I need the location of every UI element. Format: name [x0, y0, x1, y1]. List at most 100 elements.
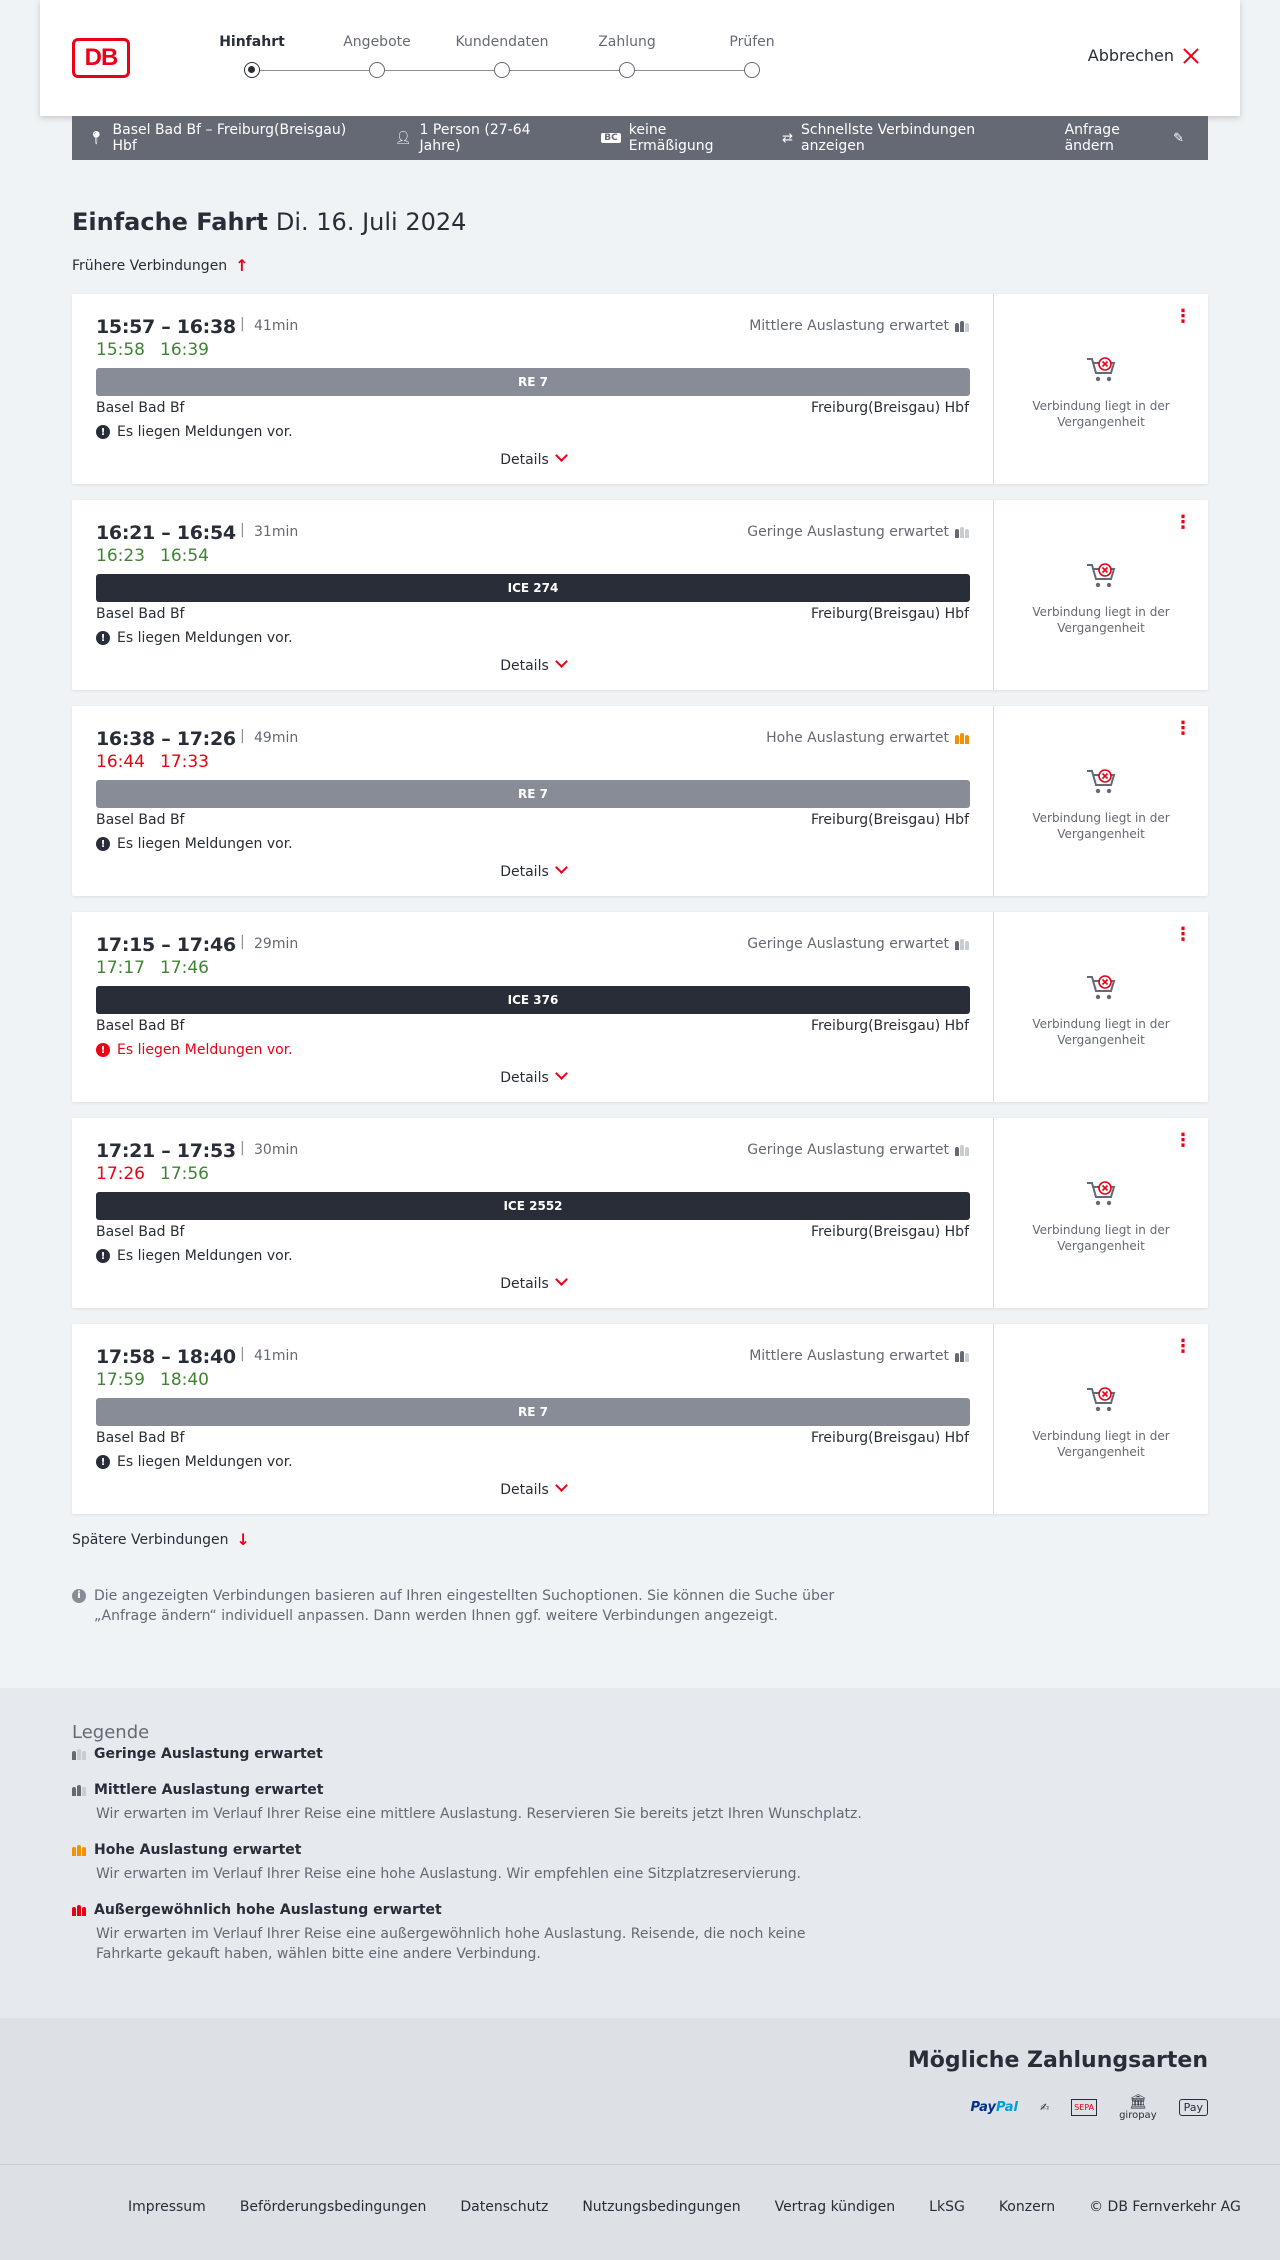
train-bar[interactable]: RE 7	[96, 1398, 970, 1426]
more-options-icon[interactable]: ⋮	[1174, 1338, 1192, 1356]
occupancy-info: Geringe Auslastung erwartet	[747, 936, 969, 952]
messages-notice: ! Es liegen Meldungen vor.	[96, 630, 293, 646]
occupancy-icon	[955, 526, 969, 538]
step-hinfahrt[interactable]: Hinfahrt	[202, 34, 302, 78]
giropay-icon: 🏛︎ giropay	[1119, 2092, 1157, 2122]
legend-item: Hohe Auslastung erwartet Wir erwarten im …	[72, 1842, 872, 1884]
connection-card[interactable]: 16:38 – 17:26 | 49min 16:44 17:33 Hohe A…	[72, 706, 1208, 896]
progress-steps: Hinfahrt Angebote Kundendaten Zahlung Pr…	[210, 34, 775, 84]
legend-item-desc: Wir erwarten im Verlauf Ihrer Reise eine…	[96, 1866, 801, 1882]
header: DB Hinfahrt Angebote Kundendaten Zahlung…	[40, 0, 1240, 116]
past-connection-text: Verbindung liegt in der Vergangenheit	[1032, 399, 1170, 429]
later-connections-link[interactable]: Spätere Verbindungen ↓	[72, 1530, 250, 1549]
edit-request-button[interactable]: Anfrage ändern ✎	[1065, 122, 1192, 154]
duration: 31min	[254, 524, 299, 540]
pencil-icon: ✎	[1173, 130, 1184, 146]
connection-card[interactable]: 16:21 – 16:54 | 31min 16:23 16:54 Gering…	[72, 500, 1208, 690]
footer-link[interactable]: Impressum	[128, 2199, 206, 2215]
step-zahlung[interactable]: Zahlung	[577, 34, 677, 78]
realtime-departure: 17:59	[96, 1370, 145, 1390]
separator: |	[240, 728, 245, 744]
train-bar[interactable]: RE 7	[96, 368, 970, 396]
details-label: Details	[500, 1482, 549, 1498]
details-toggle[interactable]: Details	[72, 449, 994, 468]
occupancy-label: Mittlere Auslastung erwartet	[749, 1348, 949, 1364]
more-options-icon[interactable]: ⋮	[1174, 514, 1192, 532]
more-options-icon[interactable]: ⋮	[1174, 308, 1192, 326]
earlier-connections-link[interactable]: Frühere Verbindungen ↑	[72, 256, 249, 275]
details-label: Details	[500, 452, 549, 468]
db-logo[interactable]: DB	[72, 38, 130, 78]
messages-text: Es liegen Meldungen vor.	[117, 1454, 293, 1470]
footer-link[interactable]: Datenschutz	[460, 2199, 548, 2215]
connection-main: 15:57 – 16:38 | 41min 15:58 16:39 Mittle…	[72, 294, 994, 484]
connection-card[interactable]: 17:21 – 17:53 | 30min 17:26 17:56 Gering…	[72, 1118, 1208, 1308]
footer-link[interactable]: Beförderungsbedingungen	[240, 2199, 427, 2215]
details-toggle[interactable]: Details	[72, 655, 994, 674]
location-pin-icon: 📍︎	[88, 130, 105, 146]
details-label: Details	[500, 658, 549, 674]
messages-notice: ! Es liegen Meldungen vor.	[96, 1454, 293, 1470]
details-toggle[interactable]: Details	[72, 1479, 994, 1498]
more-options-icon[interactable]: ⋮	[1174, 1132, 1192, 1150]
realtime-departure: 17:17	[96, 958, 145, 978]
train-bar[interactable]: ICE 376	[96, 986, 970, 1014]
realtime-departure: 15:58	[96, 340, 145, 360]
footer: Impressum Beförderungsbedingungen Datensch…	[0, 2164, 1280, 2260]
messages-text: Es liegen Meldungen vor.	[117, 1042, 293, 1058]
legend-item: Mittlere Auslastung erwartet Wir erwarten…	[72, 1782, 872, 1824]
connection-card[interactable]: 17:15 – 17:46 | 29min 17:17 17:46 Gering…	[72, 912, 1208, 1102]
chevron-down-icon	[554, 861, 568, 874]
details-toggle[interactable]: Details	[72, 861, 994, 880]
occupancy-info: Hohe Auslastung erwartet	[766, 730, 969, 746]
footer-link[interactable]: Konzern	[999, 2199, 1055, 2215]
trip-type: Einfache Fahrt	[72, 208, 268, 236]
cancel-button[interactable]: Abbrechen	[1088, 46, 1200, 65]
close-icon	[1182, 47, 1200, 65]
step-kundendaten[interactable]: Kundendaten	[452, 34, 552, 78]
separator: |	[240, 316, 245, 332]
connection-main: 17:15 – 17:46 | 29min 17:17 17:46 Gering…	[72, 912, 994, 1102]
separator: |	[240, 522, 245, 538]
step-dot	[244, 62, 260, 78]
step-angebote[interactable]: Angebote	[327, 34, 427, 78]
messages-text: Es liegen Meldungen vor.	[117, 424, 293, 440]
past-connection-text: Verbindung liegt in der Vergangenheit	[1032, 605, 1170, 635]
details-toggle[interactable]: Details	[72, 1067, 994, 1086]
legend-item-title: Außergewöhnlich hohe Auslastung erwartet	[94, 1902, 442, 1918]
persons-text: 1 Person (27-64 Jahre)	[419, 122, 531, 154]
details-toggle[interactable]: Details	[72, 1273, 994, 1292]
footer-link[interactable]: © DB Fernverkehr AG	[1089, 2199, 1241, 2215]
cart-unavailable-icon	[1085, 1386, 1117, 1414]
cart-unavailable-icon	[1085, 974, 1117, 1002]
messages-notice: ! Es liegen Meldungen vor.	[96, 1248, 293, 1264]
footer-link[interactable]: Vertrag kündigen	[775, 2199, 896, 2215]
legend-item-title-row: Geringe Auslastung erwartet	[72, 1746, 872, 1762]
step-label: Kundendaten	[455, 34, 549, 50]
arrow-up-icon: ↑	[235, 256, 249, 275]
planned-times: 17:15 – 17:46	[96, 934, 236, 956]
connection-main: 16:21 – 16:54 | 31min 16:23 16:54 Gering…	[72, 500, 994, 690]
connection-card[interactable]: 15:57 – 16:38 | 41min 15:58 16:39 Mittle…	[72, 294, 1208, 484]
more-options-icon[interactable]: ⋮	[1174, 926, 1192, 944]
planned-times: 17:21 – 17:53	[96, 1140, 236, 1162]
paypal-icon: Pay Pal	[970, 2092, 1017, 2122]
alert-icon: !	[96, 1249, 110, 1263]
step-pruefen[interactable]: Prüfen	[702, 34, 802, 78]
option-text: Schnellste Verbindungen anzeigen	[801, 122, 976, 154]
search-summary-bar: 📍︎ Basel Bad Bf – Freiburg(Breisgau) Hbf …	[72, 116, 1208, 160]
messages-notice: ! Es liegen Meldungen vor.	[96, 424, 293, 440]
legend-item: Außergewöhnlich hohe Auslastung erwartet…	[72, 1902, 872, 1964]
footer-link[interactable]: LkSG	[929, 2199, 965, 2215]
connection-card[interactable]: 17:58 – 18:40 | 41min 17:59 18:40 Mittle…	[72, 1324, 1208, 1514]
train-bar[interactable]: ICE 274	[96, 574, 970, 602]
past-connection-text: Verbindung liegt in der Vergangenheit	[1032, 1223, 1170, 1253]
more-options-icon[interactable]: ⋮	[1174, 720, 1192, 738]
train-bar[interactable]: ICE 2552	[96, 1192, 970, 1220]
realtime-arrival: 17:46	[160, 958, 209, 978]
train-bar[interactable]: RE 7	[96, 780, 970, 808]
payment-icons: Pay Pal ✍ SEPA 🏛︎ giropay Pay	[970, 2092, 1208, 2122]
chevron-down-icon	[554, 449, 568, 462]
later-label: Spätere Verbindungen	[72, 1531, 229, 1548]
footer-link[interactable]: Nutzungsbedingungen	[582, 2199, 740, 2215]
